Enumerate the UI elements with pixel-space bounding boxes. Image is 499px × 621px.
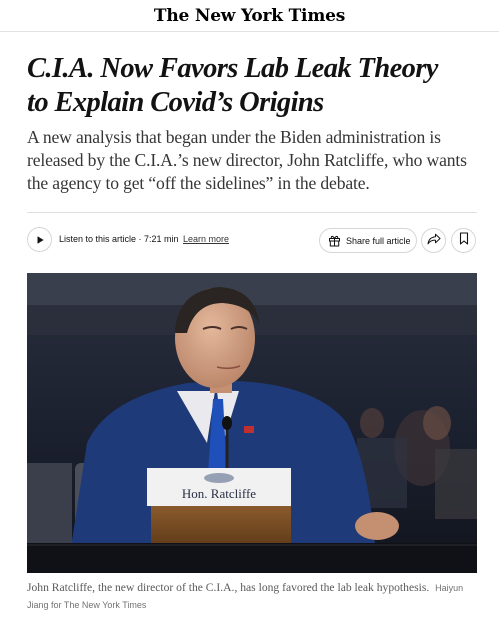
article-toolbar: Listen to this article · 7:21 min Learn … — [27, 227, 477, 254]
gift-icon — [328, 234, 341, 247]
masthead: The New York Times — [0, 0, 499, 32]
save-article-button[interactable] — [451, 228, 476, 253]
play-audio-button[interactable] — [27, 227, 52, 252]
article-summary: A new analysis that began under the Bide… — [27, 127, 467, 193]
share-full-article-button[interactable]: Share full article — [319, 228, 417, 253]
hearing-photo: Hon. Ratcliffe — [27, 273, 477, 573]
headline-line-2: to Explain Covid’s Origins — [27, 87, 324, 118]
learn-more-link[interactable]: Learn more — [183, 234, 229, 244]
bookmark-icon — [459, 231, 469, 250]
headline-line-1: C.I.A. Now Favors Lab Leak Theory — [27, 53, 438, 84]
share-arrow-icon — [427, 232, 441, 250]
article-headline: C.I.A. Now Favors Lab Leak Theory to Exp… — [27, 52, 477, 120]
share-label: Share full article — [346, 235, 411, 246]
article-photo: Hon. Ratcliffe — [27, 273, 477, 573]
listen-label: Listen to this article · 7:21 min — [59, 234, 179, 244]
photo-caption: John Ratcliffe, the new director of the … — [27, 580, 477, 613]
nameplate-text: Hon. Ratcliffe — [182, 486, 256, 501]
play-icon — [35, 235, 45, 245]
nyt-logo[interactable]: The New York Times — [154, 6, 345, 26]
caption-text: John Ratcliffe, the new director of the … — [27, 581, 430, 594]
divider — [27, 212, 477, 213]
share-button[interactable] — [421, 228, 446, 253]
